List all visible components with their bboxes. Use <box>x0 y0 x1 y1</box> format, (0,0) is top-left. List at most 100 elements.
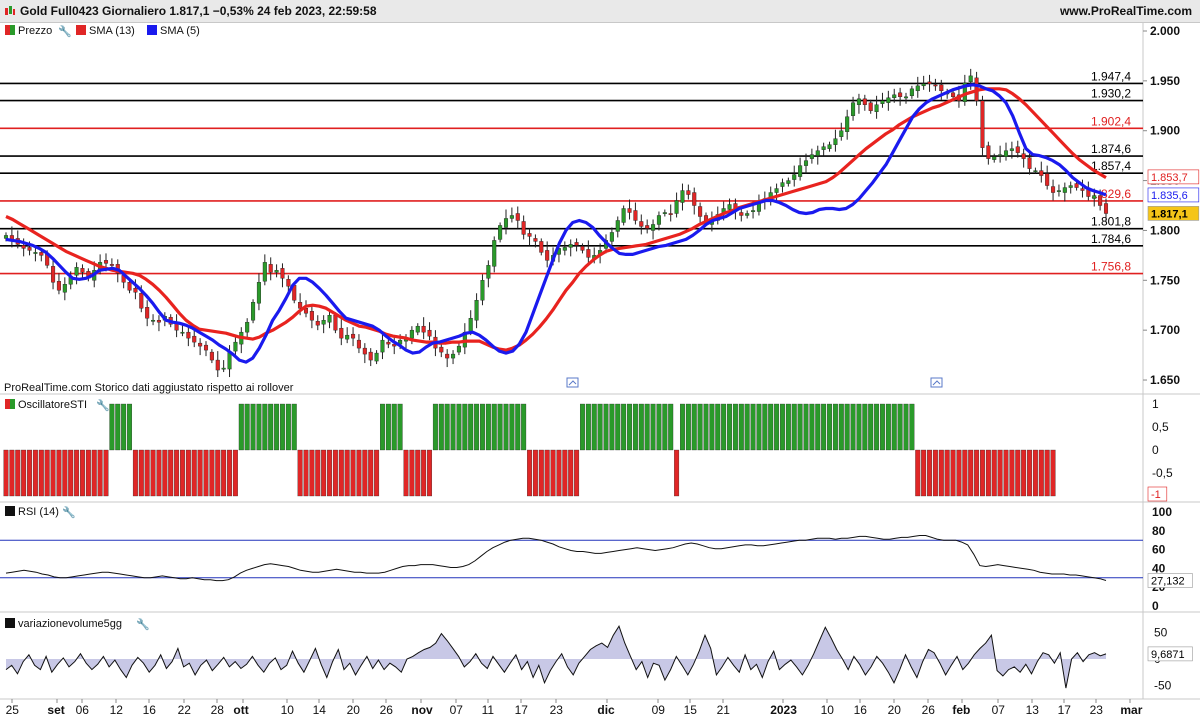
date-tick-label: feb <box>952 703 970 717</box>
wrench-icon[interactable]: 🔧 <box>58 24 72 38</box>
event-marker-icon[interactable] <box>566 377 579 388</box>
candle-body <box>445 353 450 359</box>
sti-bar <box>903 403 909 451</box>
candle-body <box>521 221 526 235</box>
sti-bar <box>638 403 644 451</box>
event-marker-icon[interactable] <box>930 377 943 388</box>
sti-bar <box>291 403 297 451</box>
candle-body <box>845 116 850 132</box>
moving-averages <box>5 83 1107 364</box>
sti-bar <box>385 403 391 451</box>
sti-bar <box>832 403 838 451</box>
sti-bar <box>932 449 938 497</box>
sti-bar <box>909 403 915 451</box>
sti-bar <box>1003 449 1009 497</box>
sti-bar <box>427 449 433 497</box>
candle-body <box>251 302 256 321</box>
price-levels: 1.947,41.930,21.902,41.874,61.857,41.829… <box>0 69 1143 275</box>
candle-body <box>509 215 514 219</box>
candle-body <box>203 344 209 351</box>
rsi-tick-label: 60 <box>1152 543 1166 557</box>
price-tick-label: 1.700 <box>1150 323 1180 337</box>
volume-panel: 500-509,6871 <box>5 625 1193 692</box>
candle-body <box>503 218 509 228</box>
sti-bar <box>574 449 580 497</box>
date-tick-label: 23 <box>1090 703 1104 717</box>
sti-bar <box>221 449 227 497</box>
candle-body <box>633 210 638 221</box>
sti-bar <box>321 449 327 497</box>
candle-body <box>1098 195 1103 206</box>
sti-bar <box>1032 449 1038 497</box>
date-tick-label: 13 <box>1026 703 1040 717</box>
sti-bar <box>21 449 27 497</box>
candle-body <box>998 154 1003 157</box>
sti-bar <box>391 403 397 451</box>
candle-body <box>221 367 226 370</box>
wrench-icon[interactable]: 🔧 <box>136 617 150 631</box>
sti-bar <box>497 403 503 451</box>
level-label: 1.874,6 <box>1091 142 1131 156</box>
candle-body <box>874 104 879 112</box>
candle-body <box>1051 186 1056 193</box>
sti-bar <box>374 449 380 497</box>
candle-body <box>51 266 56 283</box>
chart-canvas[interactable]: 1.947,41.930,21.902,41.874,61.857,41.829… <box>0 0 1200 720</box>
date-tick-label: 22 <box>178 703 192 717</box>
sti-bar <box>179 449 185 497</box>
date-tick-label: 25 <box>6 703 20 717</box>
candle-body <box>415 325 420 333</box>
candle-body <box>409 329 414 339</box>
volume-area <box>6 626 1106 689</box>
candle-body <box>103 260 109 264</box>
candle-body <box>951 92 956 98</box>
sti-bar <box>827 403 833 451</box>
sti-bar <box>591 403 597 451</box>
candle-body <box>980 100 985 148</box>
sti-bar <box>479 403 485 451</box>
sti-bar <box>585 403 591 451</box>
sti-bar <box>121 403 127 451</box>
sti-bar <box>421 449 427 497</box>
date-tick-label: 26 <box>380 703 394 717</box>
sti-bar <box>1038 449 1044 497</box>
candle-body <box>786 180 791 184</box>
sti-bar <box>244 403 250 451</box>
candle-body <box>133 288 138 293</box>
candle-body <box>245 321 250 333</box>
candle-body <box>309 311 314 321</box>
sti-bar <box>262 403 268 451</box>
sti-legend-label: OscillatoreSTI <box>18 399 87 411</box>
sti-bar <box>85 449 91 497</box>
sti-bar <box>844 403 850 451</box>
candle-body <box>627 208 632 213</box>
sti-bar <box>344 449 350 497</box>
candle-body <box>827 144 832 149</box>
candle-body <box>574 242 579 246</box>
date-tick-label: 15 <box>684 703 698 717</box>
sti-bar <box>174 449 180 497</box>
sti-bar <box>915 449 921 497</box>
sti-bar <box>115 403 121 451</box>
sti-bar <box>703 403 709 451</box>
candle-body <box>639 221 644 227</box>
sti-bars <box>3 403 1056 497</box>
wrench-icon[interactable]: 🔧 <box>96 398 110 412</box>
sti-bar <box>327 449 333 497</box>
rollover-note: ProRealTime.com Storico dati aggiustato … <box>4 382 294 394</box>
sti-bar <box>91 449 97 497</box>
sti-bar <box>38 449 44 497</box>
sti-bar <box>238 403 244 451</box>
candle-body <box>74 267 79 276</box>
level-label: 1.829,6 <box>1091 187 1131 201</box>
date-tick-label: 14 <box>313 703 327 717</box>
sti-bar <box>721 403 727 451</box>
sti-bar <box>668 403 674 451</box>
wrench-icon[interactable]: 🔧 <box>62 505 76 519</box>
sti-bar <box>303 449 309 497</box>
candle-body <box>145 307 150 319</box>
sti-bar <box>232 449 238 497</box>
sti-bar <box>9 449 15 497</box>
candle-body <box>386 341 391 345</box>
sma5-value-tag: 1.835,6 <box>1151 190 1188 202</box>
